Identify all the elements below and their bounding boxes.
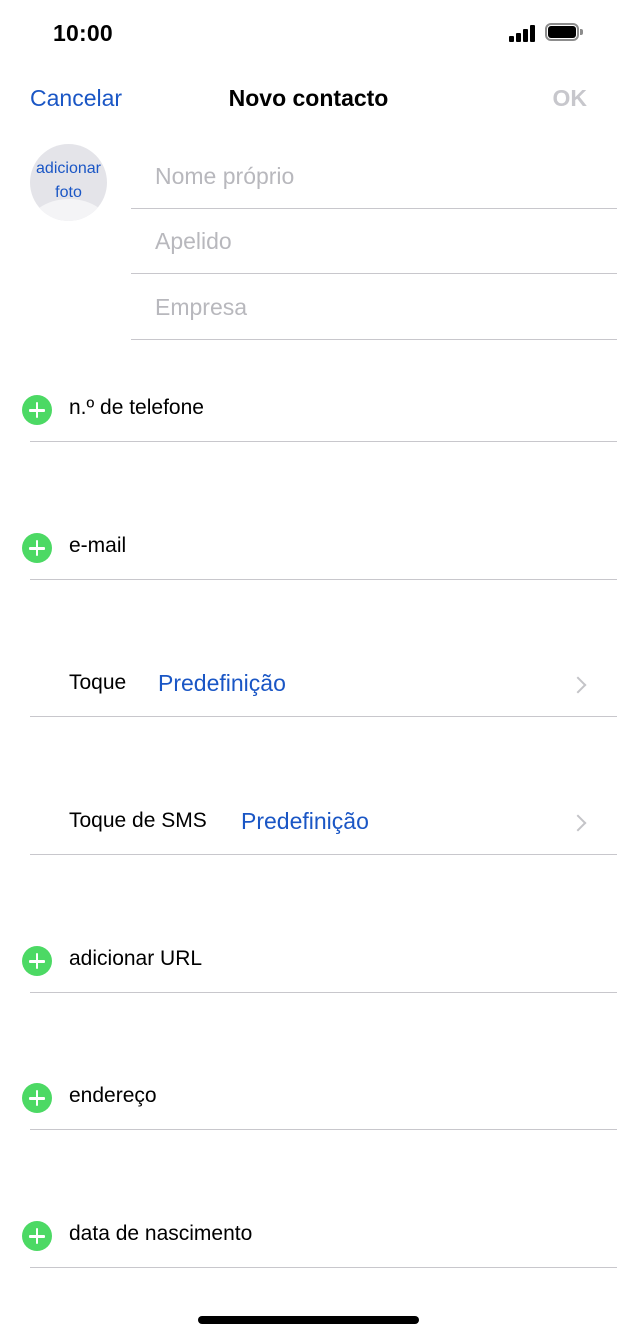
add-birthday-row[interactable]: data de nascimento [22,1204,617,1268]
status-bar: 10:00 [0,0,617,60]
company-field [131,276,617,340]
chevron-right-icon [569,814,587,832]
add-url-row[interactable]: adicionar URL [22,929,617,993]
add-icon [22,1083,52,1113]
battery-icon [545,23,585,43]
add-address-label: endereço [69,1084,157,1107]
ok-button[interactable]: OK [553,85,588,112]
add-address-row[interactable]: endereço [22,1066,617,1130]
add-email-row[interactable]: e-mail [22,516,617,580]
first-name-input[interactable] [155,145,595,208]
add-url-label: adicionar URL [69,947,203,970]
cellular-signal-icon [509,24,537,42]
add-icon [22,533,52,563]
status-time: 10:00 [53,20,113,46]
navigation-bar: Cancelar Novo contacto OK [0,72,617,126]
ringtone-value: Predefinição [158,670,286,696]
add-phone-label: n.º de telefone [69,396,204,419]
chevron-right-icon [569,676,587,694]
first-name-field [131,145,617,209]
add-phone-row[interactable]: n.º de telefone [22,378,617,442]
home-indicator[interactable] [198,1316,419,1324]
last-name-field [131,210,617,274]
add-icon [22,946,52,976]
add-birthday-label: data de nascimento [69,1222,253,1245]
add-icon [22,1221,52,1251]
add-photo-label: adicionar foto [36,160,101,201]
page-title: Novo contacto [228,85,389,111]
add-icon [22,395,52,425]
add-email-label: e-mail [69,534,127,557]
add-photo-button[interactable]: adicionar foto [30,144,107,221]
sms-tone-label: Toque de SMS [69,809,207,832]
ringtone-row[interactable]: Toque Predefinição [30,653,617,717]
sms-tone-row[interactable]: Toque de SMS Predefinição [30,791,617,855]
company-input[interactable] [155,276,595,339]
sms-tone-value: Predefinição [241,808,369,834]
ringtone-label: Toque [69,671,127,694]
last-name-input[interactable] [155,210,595,273]
